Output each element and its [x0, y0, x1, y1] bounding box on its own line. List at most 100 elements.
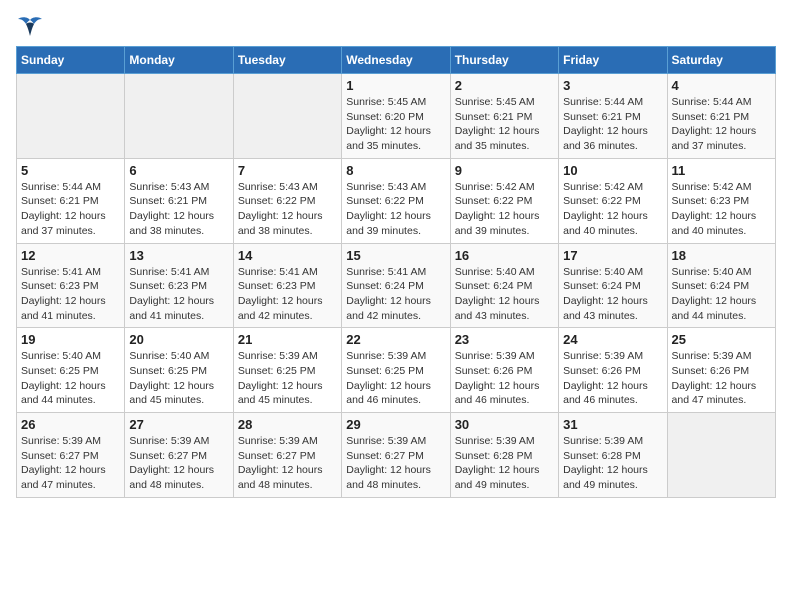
- day-number: 24: [563, 332, 662, 347]
- day-info: Sunrise: 5:43 AMSunset: 6:22 PMDaylight:…: [238, 180, 337, 239]
- day-number: 2: [455, 78, 554, 93]
- calendar-cell: 23Sunrise: 5:39 AMSunset: 6:26 PMDayligh…: [450, 328, 558, 413]
- day-info: Sunrise: 5:45 AMSunset: 6:21 PMDaylight:…: [455, 95, 554, 154]
- day-number: 9: [455, 163, 554, 178]
- day-of-week-header: Friday: [559, 47, 667, 74]
- day-number: 21: [238, 332, 337, 347]
- logo: [16, 16, 48, 38]
- calendar-cell: 12 Sunrise: 5:41 AMSunset: 6:23 PMDayligh…: [17, 243, 125, 328]
- calendar-cell: 5Sunrise: 5:44 AMSunset: 6:21 PMDaylight…: [17, 158, 125, 243]
- day-number: 14: [238, 248, 337, 263]
- calendar-cell: 10 Sunrise: 5:42 AMSunset: 6:22 PMDayligh…: [559, 158, 667, 243]
- day-info: Sunrise: 5:40 AMSunset: 6:25 PMDaylight:…: [21, 349, 120, 408]
- day-info: Sunrise: 5:39 AMSunset: 6:28 PMDaylight:…: [455, 434, 554, 493]
- calendar-cell: 4Sunrise: 5:44 AMSunset: 6:21 PMDaylight…: [667, 74, 775, 159]
- calendar-cell: 7 Sunrise: 5:43 AMSunset: 6:22 PMDaylight…: [233, 158, 341, 243]
- day-info: Sunrise: 5:43 AMSunset: 6:21 PMDaylight:…: [129, 180, 228, 239]
- day-number: 19: [21, 332, 120, 347]
- calendar-body: 1Sunrise: 5:45 AMSunset: 6:20 PMDaylight…: [17, 74, 776, 498]
- day-number: 3: [563, 78, 662, 93]
- day-of-week-header: Tuesday: [233, 47, 341, 74]
- calendar-cell: 6 Sunrise: 5:43 AMSunset: 6:21 PMDaylight…: [125, 158, 233, 243]
- calendar-cell: 19 Sunrise: 5:40 AMSunset: 6:25 PMDayligh…: [17, 328, 125, 413]
- calendar-cell: 29 Sunrise: 5:39 AMSunset: 6:27 PMDayligh…: [342, 413, 450, 498]
- day-info: Sunrise: 5:44 AMSunset: 6:21 PMDaylight:…: [672, 95, 771, 154]
- day-info: Sunrise: 5:44 AMSunset: 6:21 PMDaylight:…: [21, 180, 120, 239]
- calendar-week-row: 26Sunrise: 5:39 AMSunset: 6:27 PMDayligh…: [17, 413, 776, 498]
- day-of-week-header: Monday: [125, 47, 233, 74]
- day-info: Sunrise: 5:39 AMSunset: 6:27 PMDaylight:…: [129, 434, 228, 493]
- day-info: Sunrise: 5:39 AMSunset: 6:27 PMDaylight:…: [346, 434, 445, 493]
- day-info: Sunrise: 5:41 AMSunset: 6:23 PMDaylight:…: [129, 265, 228, 324]
- day-info: Sunrise: 5:43 AMSunset: 6:22 PMDaylight:…: [346, 180, 445, 239]
- calendar-cell: 3 Sunrise: 5:44 AMSunset: 6:21 PMDaylight…: [559, 74, 667, 159]
- day-of-week-header: Saturday: [667, 47, 775, 74]
- day-number: 28: [238, 417, 337, 432]
- calendar-cell: 14 Sunrise: 5:41 AMSunset: 6:23 PMDayligh…: [233, 243, 341, 328]
- day-info: Sunrise: 5:39 AMSunset: 6:25 PMDaylight:…: [346, 349, 445, 408]
- day-info: Sunrise: 5:42 AMSunset: 6:22 PMDaylight:…: [563, 180, 662, 239]
- day-info: Sunrise: 5:41 AMSunset: 6:23 PMDaylight:…: [238, 265, 337, 324]
- day-number: 29: [346, 417, 445, 432]
- page-header: [16, 16, 776, 38]
- day-info: Sunrise: 5:40 AMSunset: 6:25 PMDaylight:…: [129, 349, 228, 408]
- day-number: 22: [346, 332, 445, 347]
- calendar-cell: [233, 74, 341, 159]
- calendar-cell: 18Sunrise: 5:40 AMSunset: 6:24 PMDayligh…: [667, 243, 775, 328]
- day-info: Sunrise: 5:42 AMSunset: 6:22 PMDaylight:…: [455, 180, 554, 239]
- day-number: 13: [129, 248, 228, 263]
- day-info: Sunrise: 5:39 AMSunset: 6:28 PMDaylight:…: [563, 434, 662, 493]
- calendar-cell: 25Sunrise: 5:39 AMSunset: 6:26 PMDayligh…: [667, 328, 775, 413]
- day-number: 31: [563, 417, 662, 432]
- day-number: 1: [346, 78, 445, 93]
- day-number: 27: [129, 417, 228, 432]
- calendar-week-row: 19 Sunrise: 5:40 AMSunset: 6:25 PMDayligh…: [17, 328, 776, 413]
- calendar-cell: 9 Sunrise: 5:42 AMSunset: 6:22 PMDaylight…: [450, 158, 558, 243]
- calendar-cell: 2 Sunrise: 5:45 AMSunset: 6:21 PMDaylight…: [450, 74, 558, 159]
- day-number: 6: [129, 163, 228, 178]
- day-of-week-header: Wednesday: [342, 47, 450, 74]
- calendar-header: SundayMondayTuesdayWednesdayThursdayFrid…: [17, 47, 776, 74]
- day-info: Sunrise: 5:39 AMSunset: 6:27 PMDaylight:…: [238, 434, 337, 493]
- calendar-cell: [125, 74, 233, 159]
- calendar-cell: 8 Sunrise: 5:43 AMSunset: 6:22 PMDaylight…: [342, 158, 450, 243]
- day-info: Sunrise: 5:39 AMSunset: 6:27 PMDaylight:…: [21, 434, 120, 493]
- calendar-cell: 17 Sunrise: 5:40 AMSunset: 6:24 PMDayligh…: [559, 243, 667, 328]
- day-number: 20: [129, 332, 228, 347]
- day-number: 7: [238, 163, 337, 178]
- day-info: Sunrise: 5:41 AMSunset: 6:23 PMDaylight:…: [21, 265, 120, 324]
- calendar-cell: 22 Sunrise: 5:39 AMSunset: 6:25 PMDayligh…: [342, 328, 450, 413]
- calendar-cell: 31 Sunrise: 5:39 AMSunset: 6:28 PMDayligh…: [559, 413, 667, 498]
- calendar-cell: 13 Sunrise: 5:41 AMSunset: 6:23 PMDayligh…: [125, 243, 233, 328]
- calendar-cell: 15 Sunrise: 5:41 AMSunset: 6:24 PMDayligh…: [342, 243, 450, 328]
- day-number: 16: [455, 248, 554, 263]
- day-info: Sunrise: 5:41 AMSunset: 6:24 PMDaylight:…: [346, 265, 445, 324]
- calendar-cell: 21 Sunrise: 5:39 AMSunset: 6:25 PMDayligh…: [233, 328, 341, 413]
- calendar-table: SundayMondayTuesdayWednesdayThursdayFrid…: [16, 46, 776, 498]
- day-info: Sunrise: 5:39 AMSunset: 6:25 PMDaylight:…: [238, 349, 337, 408]
- day-number: 25: [672, 332, 771, 347]
- day-number: 8: [346, 163, 445, 178]
- calendar-cell: 20 Sunrise: 5:40 AMSunset: 6:25 PMDayligh…: [125, 328, 233, 413]
- day-info: Sunrise: 5:44 AMSunset: 6:21 PMDaylight:…: [563, 95, 662, 154]
- logo-bird-icon: [16, 16, 44, 38]
- day-number: 12: [21, 248, 120, 263]
- calendar-cell: 28 Sunrise: 5:39 AMSunset: 6:27 PMDayligh…: [233, 413, 341, 498]
- calendar-cell: 26Sunrise: 5:39 AMSunset: 6:27 PMDayligh…: [17, 413, 125, 498]
- day-number: 30: [455, 417, 554, 432]
- day-info: Sunrise: 5:40 AMSunset: 6:24 PMDaylight:…: [672, 265, 771, 324]
- calendar-cell: [667, 413, 775, 498]
- day-number: 11: [672, 163, 771, 178]
- calendar-cell: 1Sunrise: 5:45 AMSunset: 6:20 PMDaylight…: [342, 74, 450, 159]
- day-of-week-header: Sunday: [17, 47, 125, 74]
- calendar-cell: 16Sunrise: 5:40 AMSunset: 6:24 PMDayligh…: [450, 243, 558, 328]
- day-number: 10: [563, 163, 662, 178]
- day-info: Sunrise: 5:39 AMSunset: 6:26 PMDaylight:…: [563, 349, 662, 408]
- day-number: 23: [455, 332, 554, 347]
- day-header-row: SundayMondayTuesdayWednesdayThursdayFrid…: [17, 47, 776, 74]
- calendar-cell: [17, 74, 125, 159]
- day-number: 15: [346, 248, 445, 263]
- day-number: 17: [563, 248, 662, 263]
- day-info: Sunrise: 5:40 AMSunset: 6:24 PMDaylight:…: [563, 265, 662, 324]
- calendar-cell: 24 Sunrise: 5:39 AMSunset: 6:26 PMDayligh…: [559, 328, 667, 413]
